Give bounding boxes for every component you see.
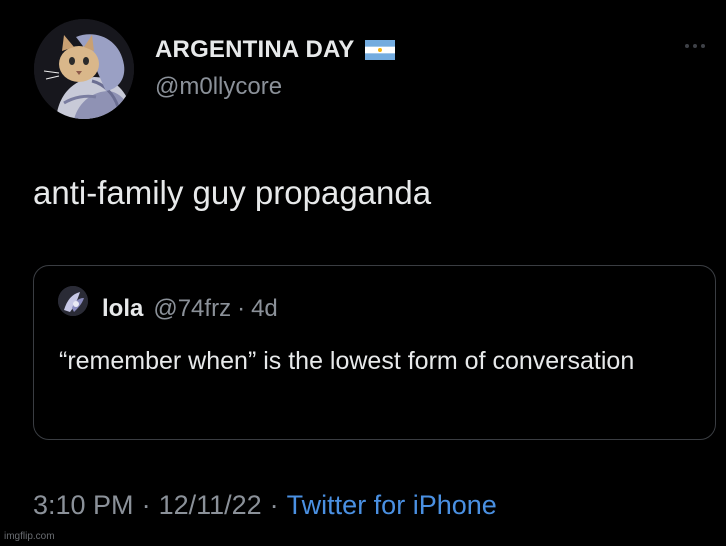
tweet-text: anti-family guy propaganda xyxy=(33,174,432,211)
quote-text: “remember when” is the lowest form of co… xyxy=(59,347,635,375)
author-handle[interactable]: @m0llycore xyxy=(155,73,282,101)
quoted-tweet[interactable]: lola @74frz · 4d “remember when” is the … xyxy=(33,265,716,440)
meta-separator: · xyxy=(141,490,151,520)
meta-separator: · xyxy=(269,490,279,520)
quote-author-handle[interactable]: @74frz xyxy=(153,295,231,323)
tweet-date[interactable]: 12/11/22 xyxy=(159,490,262,521)
tweet-time[interactable]: 3:10 PM xyxy=(33,490,134,521)
tweet: ARGENTINA DAY @m0llycore anti-family guy… xyxy=(0,0,726,546)
argentina-flag-icon xyxy=(364,40,395,60)
tweet-source-link[interactable]: Twitter for iPhone xyxy=(287,490,497,521)
quote-separator: · xyxy=(237,295,246,322)
author-avatar[interactable] xyxy=(34,19,134,119)
author-name[interactable]: ARGENTINA DAY xyxy=(155,36,395,64)
quote-author-name[interactable]: lola xyxy=(102,295,143,323)
quote-author-avatar[interactable] xyxy=(58,286,88,316)
quote-header: lola @74frz · 4d xyxy=(102,295,278,323)
watermark: imgflip.com xyxy=(4,531,55,542)
tweet-meta: 3:10 PM · 12/11/22 · Twitter for iPhone xyxy=(33,490,497,521)
quote-timestamp[interactable]: 4d xyxy=(251,295,278,323)
author-name-text: ARGENTINA DAY xyxy=(155,36,355,63)
cat-avatar-image xyxy=(34,19,134,119)
avatar-image xyxy=(58,286,88,316)
more-options-icon[interactable] xyxy=(682,39,708,51)
